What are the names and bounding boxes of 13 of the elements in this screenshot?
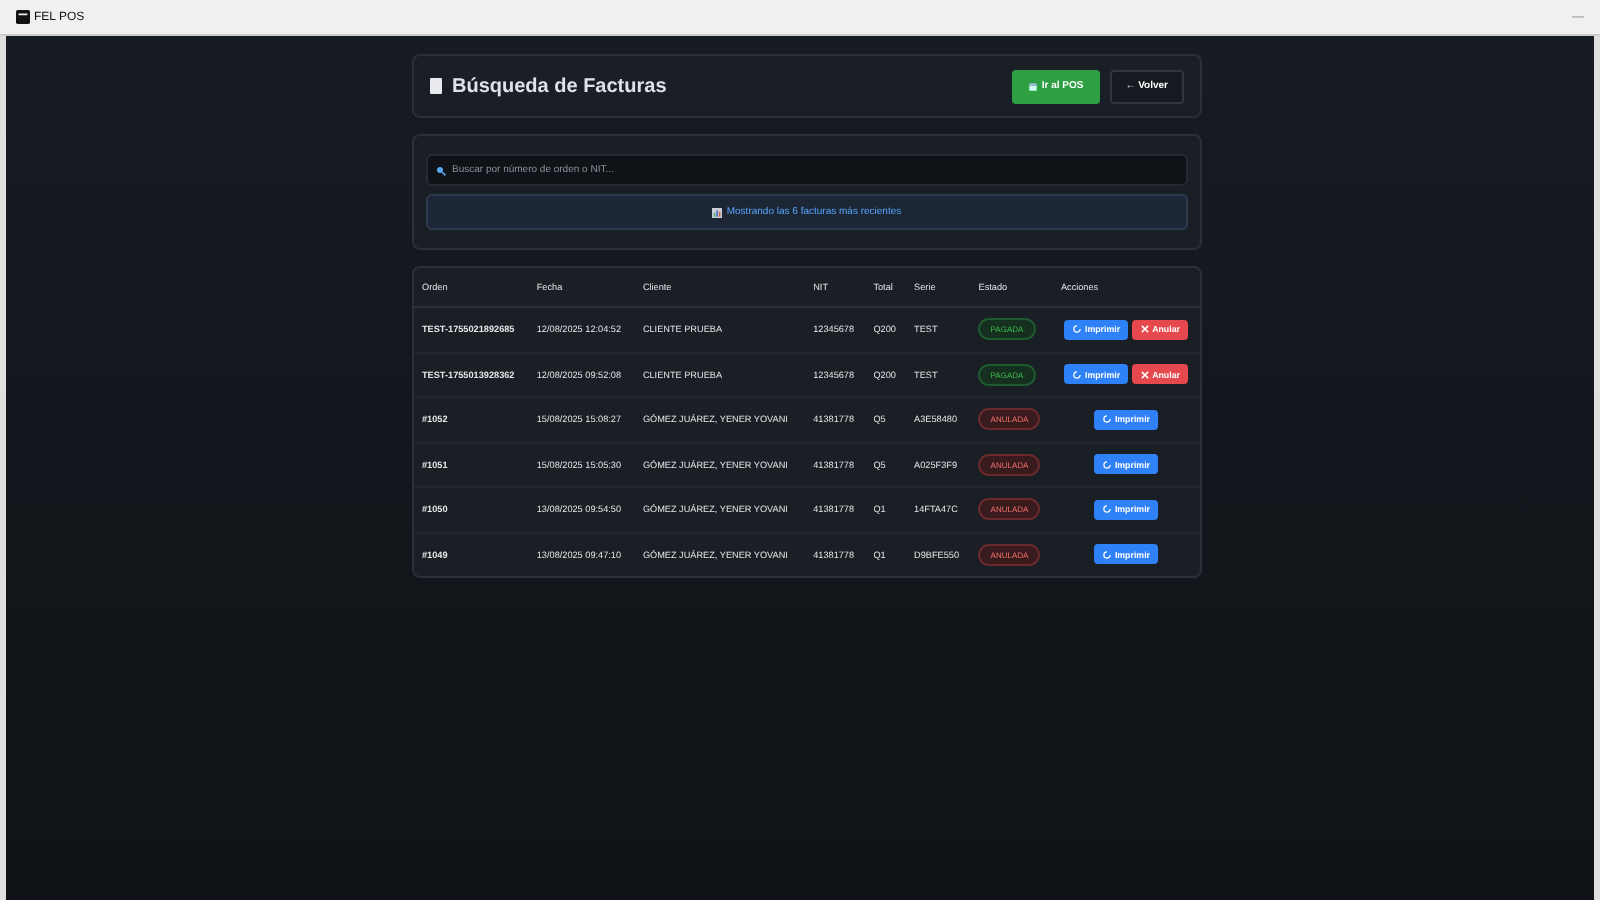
page-title: Búsqueda de Facturas: [452, 75, 667, 97]
app-icon: [16, 10, 30, 24]
close-icon: [1140, 324, 1151, 335]
chart-icon: [712, 207, 723, 217]
refresh-icon: [1102, 549, 1113, 560]
store-icon: [1027, 81, 1038, 91]
document-icon: [430, 78, 442, 94]
close-icon: [1140, 369, 1151, 380]
refresh-icon: [1072, 369, 1083, 380]
refresh-icon: [1072, 324, 1083, 335]
refresh-icon: [1102, 414, 1113, 425]
refresh-icon: [1102, 459, 1113, 470]
refresh-icon: [1102, 504, 1113, 515]
